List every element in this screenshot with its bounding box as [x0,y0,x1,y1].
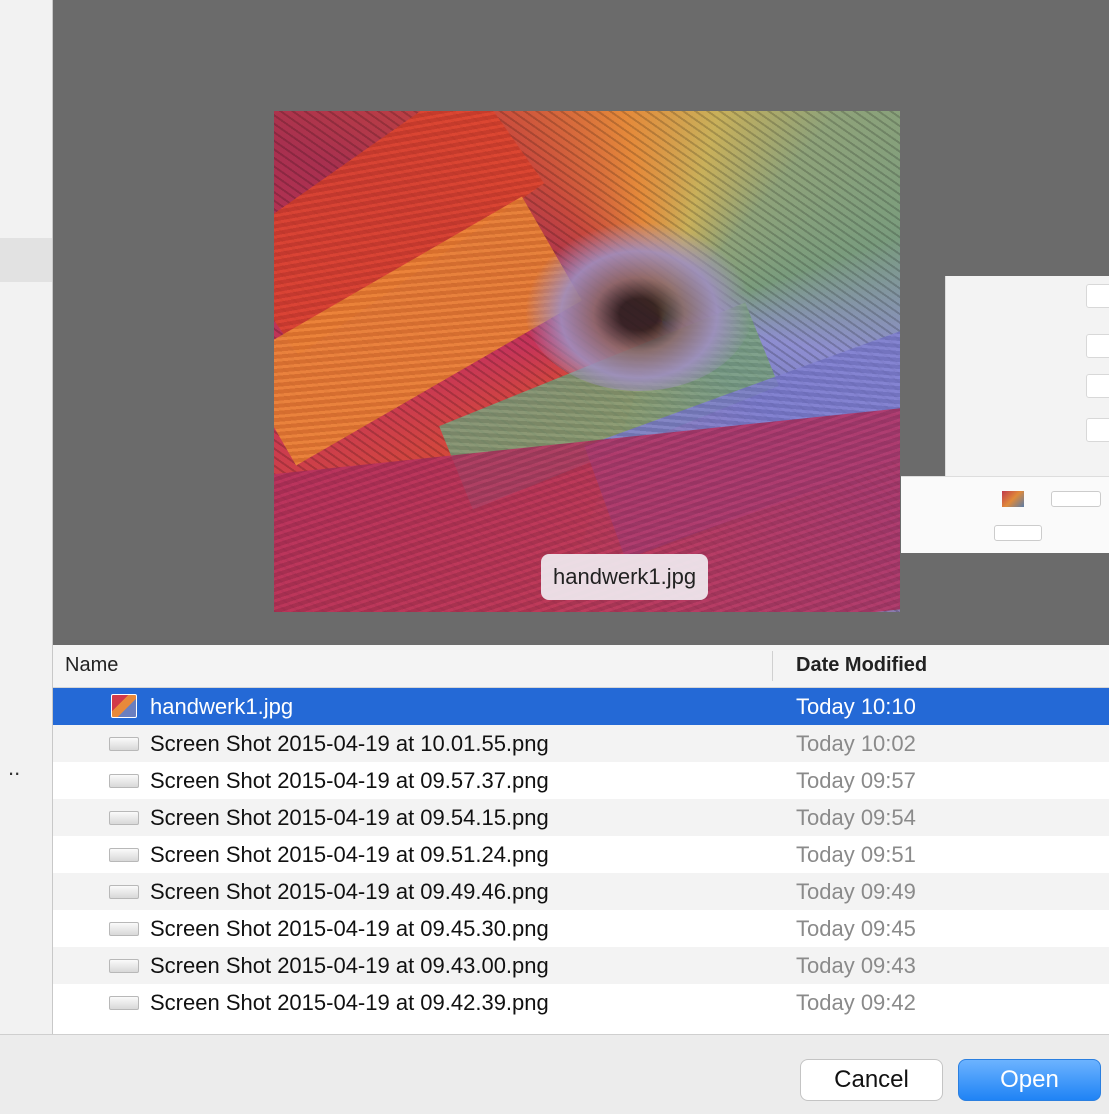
yarn-center [524,221,754,391]
doc-thumbnail [1002,491,1024,507]
file-row[interactable]: handwerk1.jpg Today 10:10 [53,688,1109,725]
file-row[interactable]: Screen Shot 2015-04-19 at 09.49.46.png To… [53,873,1109,910]
file-row[interactable]: Screen Shot 2015-04-19 at 09.45.30.png To… [53,910,1109,947]
file-rows: handwerk1.jpg Today 10:10 Screen Shot 2015… [53,688,1109,1021]
file-date-modified: Today 09:42 [796,990,916,1015]
dialog-footer: Cancel Open [0,1034,1109,1114]
file-name: Screen Shot 2015-04-19 at 09.45.30.png [150,916,549,941]
file-row[interactable]: Screen Shot 2015-04-19 at 09.54.15.png To… [53,799,1109,836]
screenshot-file-icon [109,959,139,973]
screenshot-file-icon [109,922,139,936]
file-row[interactable]: Screen Shot 2015-04-19 at 09.42.39.png To… [53,984,1109,1021]
doc-file-button [1051,491,1101,507]
file-date-modified: Today 10:10 [796,694,916,719]
file-date-modified: Today 09:49 [796,879,916,904]
doc-upload-section [901,476,1109,553]
sidebar: .. [0,0,53,1034]
file-date-modified: Today 09:45 [796,916,916,941]
preview-file-label: handwerk1.jpg [541,554,709,600]
screenshot-file-icon [109,774,139,788]
doc-field-box [1086,374,1109,398]
file-name: Screen Shot 2015-04-19 at 09.51.24.png [150,842,549,867]
image-file-icon [111,694,137,718]
screenshot-file-icon [109,848,139,862]
file-name: Screen Shot 2015-04-19 at 09.43.00.png [150,953,549,978]
file-name: handwerk1.jpg [150,694,294,719]
preview-image [274,111,900,612]
file-date-modified: Today 09:51 [796,842,916,867]
screenshot-file-icon [109,885,139,899]
sidebar-overflow-marker: .. [8,755,21,780]
file-list: Name Date Modified handwerk1.jpg Today 10… [53,645,1109,1034]
doc-field-box [1086,418,1109,442]
doc-add-file-button [994,525,1042,541]
file-date-modified: Today 10:02 [796,731,916,756]
open-button[interactable]: Open [958,1059,1101,1101]
screenshot-file-icon [109,996,139,1010]
list-header: Name Date Modified [53,645,1109,688]
column-header-date-modified[interactable]: Date Modified [796,654,927,677]
screenshot-file-icon [109,811,139,825]
preview-pane: handwerk1.jpg [53,0,1109,645]
file-name: Screen Shot 2015-04-19 at 09.54.15.png [150,805,549,830]
file-name: Screen Shot 2015-04-19 at 09.49.46.png [150,879,549,904]
file-date-modified: Today 09:43 [796,953,916,978]
file-row[interactable]: Screen Shot 2015-04-19 at 09.57.37.png To… [53,762,1109,799]
file-name: Screen Shot 2015-04-19 at 09.42.39.png [150,990,549,1015]
screenshot-file-icon [109,737,139,751]
file-date-modified: Today 09:57 [796,768,916,793]
column-divider[interactable] [772,651,773,681]
file-name: Screen Shot 2015-04-19 at 09.57.37.png [150,768,549,793]
file-date-modified: Today 09:54 [796,805,916,830]
file-row[interactable]: Screen Shot 2015-04-19 at 10.01.55.png To… [53,725,1109,762]
file-name: Screen Shot 2015-04-19 at 10.01.55.png [150,731,549,756]
sidebar-selected-item[interactable] [0,238,52,282]
column-header-name[interactable]: Name [65,654,118,677]
doc-field-box [1086,334,1109,358]
preview-background-document [901,276,1109,553]
cancel-button[interactable]: Cancel [800,1059,943,1101]
doc-field-box [1086,284,1109,308]
file-row[interactable]: Screen Shot 2015-04-19 at 09.51.24.png To… [53,836,1109,873]
file-row[interactable]: Screen Shot 2015-04-19 at 09.43.00.png To… [53,947,1109,984]
